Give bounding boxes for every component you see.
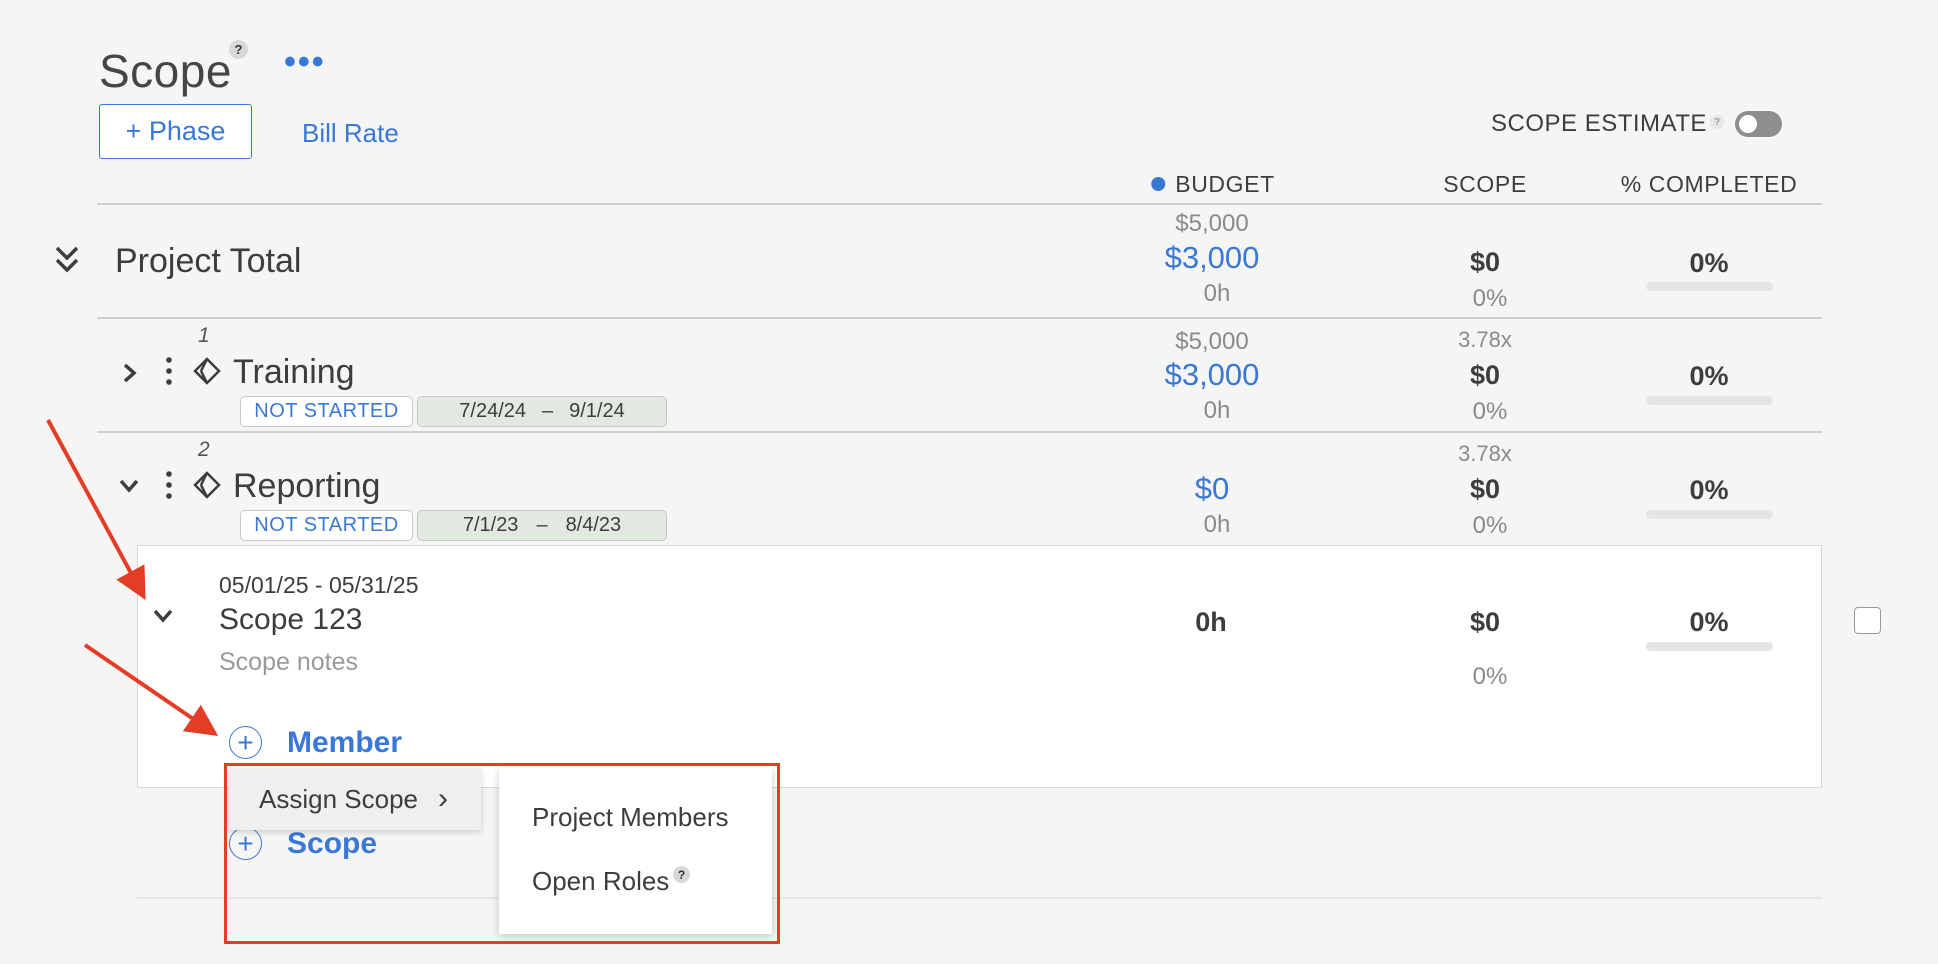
arrow-to-scope-chevron <box>46 419 146 601</box>
annotation-arrows <box>46 419 219 737</box>
arrow-to-add-member <box>83 643 219 737</box>
